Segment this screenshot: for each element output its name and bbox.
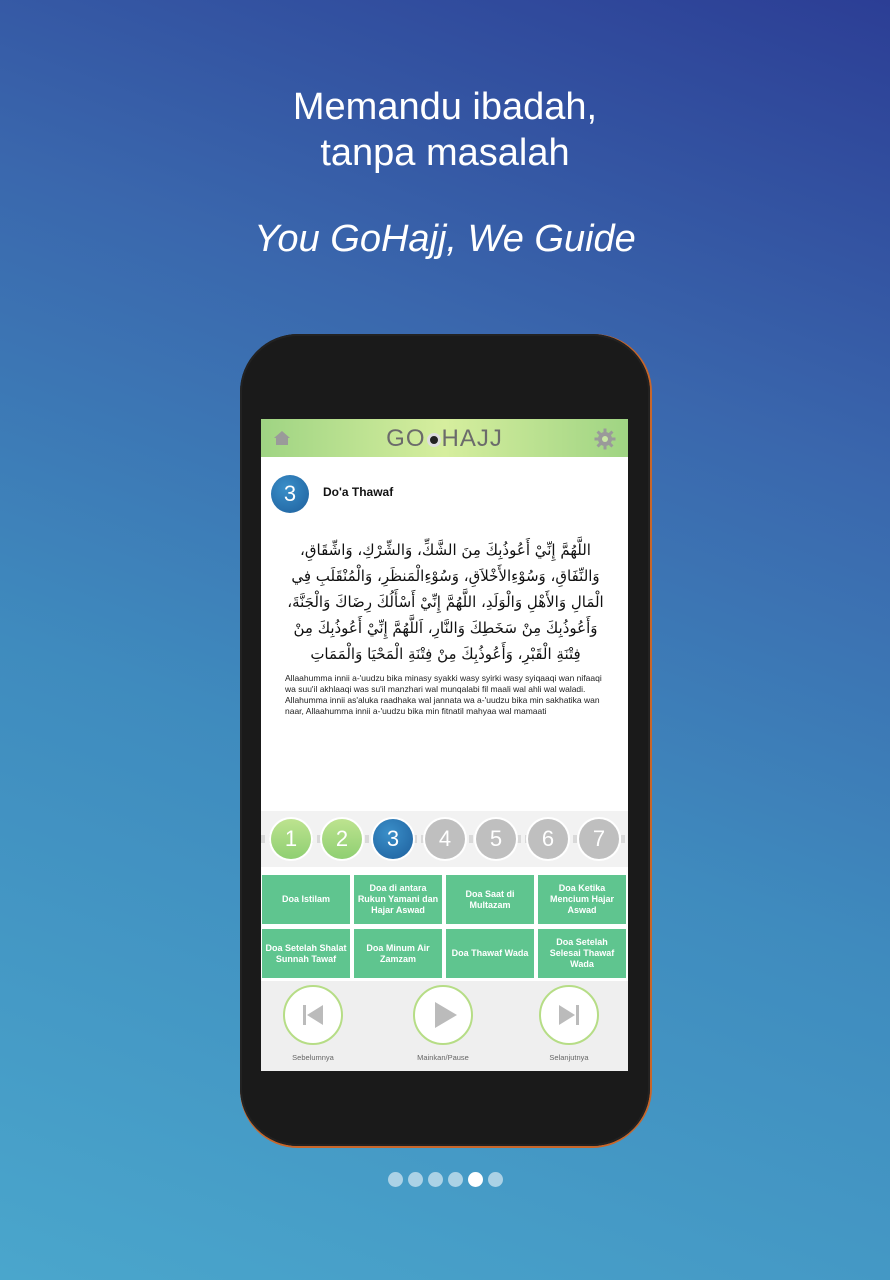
step-6-button[interactable]: 6 [528,819,568,859]
logo-text-right: HAJJ [441,425,503,452]
page-dot-3[interactable] [428,1172,443,1187]
doa-multazam-button[interactable]: Doa Saat di Multazam [446,875,534,924]
doa-zamzam-button[interactable]: Doa Minum Air Zamzam [354,929,442,978]
page-dot-2[interactable] [408,1172,423,1187]
step-4-button[interactable]: 4 [425,819,465,859]
headline-line1: Memandu ibadah, [292,86,598,128]
step-1-button[interactable]: 1 [271,819,311,859]
latin-transliteration: Allaahumma innii a-'uudzu bika minasy sy… [285,673,602,716]
headline-line2: tanpa masalah [320,132,570,174]
doa-thawaf-wada-button[interactable]: Doa Thawaf Wada [446,929,534,978]
headline: Memandu ibadah, tanpa masalah [0,84,890,176]
app-bar: GO HAJJ [261,419,628,457]
step-2-button[interactable]: 2 [322,819,362,859]
doa-hajar-aswad-button[interactable]: Doa Ketika Mencium Hajar Aswad [538,875,626,924]
app-screen: GO HAJJ 3 Do'a Thawaf اللَّهُمَّ إِنِّيْ … [261,419,628,1071]
skip-next-icon [559,1005,579,1025]
step-5-button[interactable]: 5 [476,819,516,859]
player-controls: Sebelumnya Mainkan/Pause Selanjutnya [261,981,628,1071]
page-dot-4[interactable] [448,1172,463,1187]
doa-istilam-button[interactable]: Doa Istilam [262,875,350,924]
logo-dot-icon [426,433,441,447]
tagline: You GoHajj, We Guide [254,218,636,260]
step-title: Do'a Thawaf [323,485,394,499]
doa-shalat-sunnah-button[interactable]: Doa Setelah Shalat Sunnah Tawaf [262,929,350,978]
play-icon [435,1002,457,1028]
next-label: Selanjutnya [549,1053,589,1062]
doa-rukun-yamani-button[interactable]: Doa di antara Rukun Yamani dan Hajar Asw… [354,875,442,924]
play-pause-label: Mainkan/Pause [417,1053,469,1062]
previous-button[interactable] [283,985,343,1045]
step-progress: 1 2 3 4 5 6 7 [261,811,628,867]
page-dot-5[interactable] [468,1172,483,1187]
app-logo: GO HAJJ [261,425,628,453]
gear-icon[interactable] [594,428,616,450]
previous-label: Sebelumnya [292,1053,334,1062]
play-pause-button[interactable] [413,985,473,1045]
arabic-prayer-text: اللَّهُمَّ إِنِّيْ أَعُوذُبِكَ مِنَ الشَ… [287,541,604,663]
logo-text-left: GO [386,425,426,452]
doa-selesai-wada-button[interactable]: Doa Setelah Selesai Thawaf Wada [538,929,626,978]
step-7-button[interactable]: 7 [579,819,619,859]
next-button[interactable] [539,985,599,1045]
step-3-button[interactable]: 3 [373,819,413,859]
step-number-badge: 3 [271,475,309,513]
skip-previous-icon [303,1005,323,1025]
page-dot-6[interactable] [488,1172,503,1187]
page-dot-1[interactable] [388,1172,403,1187]
